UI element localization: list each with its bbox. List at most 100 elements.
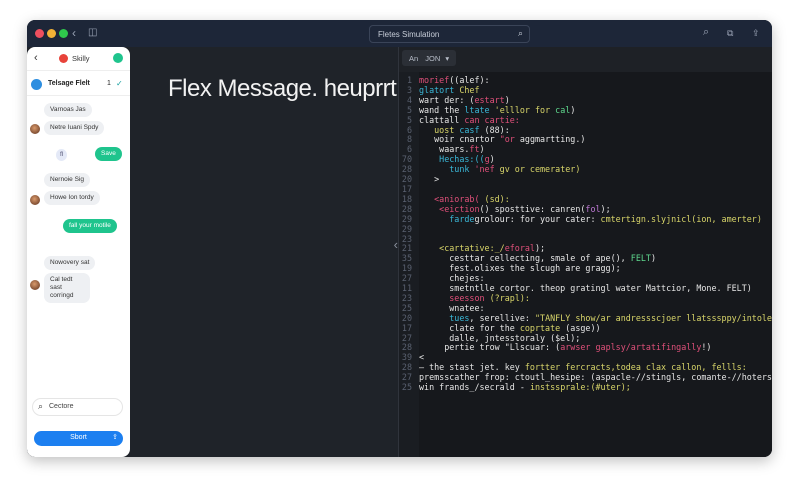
code-token: gv or cemerater): [494, 164, 581, 175]
code-token: wand the: [419, 104, 465, 115]
code-token: farde: [419, 213, 475, 224]
code-token: cmtertign.slyjnicl(ion, amerter): [600, 213, 762, 224]
code-token: (sd):: [479, 193, 510, 204]
code-token: fest.olixes the slcugh are gragg);: [419, 263, 621, 274]
code-token: arwser gaplsy/artatifingally: [560, 342, 702, 353]
message-bubble: Cal tedt sast corringd: [44, 273, 90, 303]
code-token: Hechas:((: [419, 154, 485, 165]
code-line: 29 fardegrolour: for your cater: cmterti…: [399, 213, 772, 225]
avatar: [30, 280, 40, 290]
share-icon: ⇪: [112, 434, 118, 441]
code-token: grolour: for your cater:: [474, 213, 601, 224]
tab-prefix: An: [409, 54, 419, 63]
message-bubble-sent: fall your motile: [63, 219, 117, 233]
code-token: clattall: [419, 114, 465, 125]
status-icon[interactable]: [113, 53, 123, 63]
search-icon: ⌕: [38, 401, 44, 411]
chat-search-value: Cectore: [49, 403, 74, 410]
line-text: [416, 225, 419, 235]
code-token: morief: [419, 75, 450, 85]
search-icon[interactable]: ⌕: [518, 28, 523, 39]
code-token: wart der: (: [419, 94, 475, 105]
check-icon: ✓: [116, 79, 123, 88]
code-token: ft: [469, 144, 480, 155]
code-token: smetntlle cortor. theop gratingl water M…: [419, 283, 752, 294]
unread-count: 1: [107, 80, 111, 87]
line-text: fardegrolour: for your cater: cmtertign.…: [416, 213, 762, 225]
code-token: seesson: [419, 292, 485, 303]
code-token: >: [419, 174, 440, 185]
minimize-window-button[interactable]: [47, 29, 56, 38]
message-bubble-sent: Save: [95, 147, 122, 161]
reaction-chip[interactable]: fl: [56, 149, 68, 161]
code-token: FELT: [630, 253, 651, 264]
maximize-window-button[interactable]: [59, 29, 68, 38]
code-token: aggmartting.): [514, 134, 586, 145]
code-token: clate for the: [419, 322, 520, 333]
code-token: waars.: [419, 144, 470, 155]
code-token: instssprale:(#uter);: [529, 382, 631, 393]
code-token: tues: [419, 312, 470, 323]
sidebar-toggle-icon[interactable]: ◫: [88, 27, 97, 38]
code-token: ): [650, 253, 656, 264]
code-token: !): [701, 342, 712, 353]
primary-button-label: Sbort: [70, 434, 87, 441]
avatar: [30, 195, 40, 205]
share-icon[interactable]: ⇪: [752, 28, 760, 39]
code-token: dalle, jntesstoraly ($el);: [419, 332, 581, 343]
line-number: 29: [401, 223, 412, 234]
back-icon[interactable]: ‹: [34, 52, 38, 64]
language-selector[interactable]: An JON ▾: [402, 50, 457, 66]
code-lines[interactable]: 1 morief((alef): 3 glatort Chef 4 wart der: (…: [399, 75, 772, 393]
code-token: "TANFLY show/ar andressscjoer llatsssppy…: [534, 312, 772, 323]
chat-search-input[interactable]: ⌕ Cectore: [32, 398, 123, 416]
title-search-field[interactable]: Fletes Simulation ⌕: [369, 25, 530, 43]
close-window-button[interactable]: [35, 29, 44, 38]
title-search-value: Fletes Simulation: [378, 30, 440, 39]
code-token: "or: [499, 134, 515, 145]
code-token: 'nef: [474, 164, 495, 175]
code-editor[interactable]: An JON ▾ 1 morief((alef): 3 glatort Chef 4 wa…: [398, 47, 772, 457]
code-token: (?rapl):: [484, 292, 530, 303]
code-token: glatort: [419, 84, 455, 95]
code-token: woir cnartor: [419, 134, 500, 145]
chat-panel: ‹ Skilly Telsage Flelt 1 ✓ Varnoas Jas N…: [27, 47, 130, 457]
preview-area: Flex Message. heuprrt. ‹: [130, 47, 403, 457]
code-token: — the stast jet. key: [419, 362, 525, 373]
search-icon[interactable]: ⌕: [703, 26, 709, 39]
code-token: ): [489, 154, 495, 165]
code-token: fortter fercracts,todea clax callon, fel…: [524, 362, 747, 373]
avatar: [30, 124, 40, 134]
code-token: (asge)): [560, 322, 601, 333]
code-token: , serellive:: [469, 312, 535, 323]
language-label: JON: [425, 54, 441, 63]
primary-button[interactable]: Sbort ⇪: [34, 431, 123, 446]
copy-icon[interactable]: ⧉: [727, 28, 733, 39]
line-number: 25: [401, 382, 412, 393]
code-token: eforal: [504, 243, 535, 254]
code-token: );: [600, 203, 611, 214]
code-token: () sposttive: canren(: [479, 203, 586, 214]
code-token: ): [479, 144, 485, 155]
code-line: 29: [399, 223, 772, 235]
chat-header: ‹ Skilly: [27, 47, 130, 71]
message-bubble: Nernoie Sig: [44, 173, 90, 187]
app-window: ‹ ◫ Fletes Simulation ⌕ ⌕ ⧉ ⇪ ‹ Skilly T…: [27, 20, 772, 457]
conversation-header[interactable]: Telsage Flelt 1 ✓: [27, 71, 130, 96]
line-text: tunk 'nef gv or cemerater): [416, 164, 581, 175]
message-bubble: Howe Ion tordy: [44, 191, 100, 205]
message-bubble: Netre Iuani Spdy: [44, 121, 105, 135]
back-icon[interactable]: ‹: [72, 26, 76, 40]
code-token: pertie trow "Llscuar: (: [419, 342, 561, 353]
message-bubble: Varnoas Jas: [44, 103, 92, 117]
line-text: >: [416, 174, 440, 185]
code-token: win frands_/secrald -: [419, 382, 530, 393]
code-token: <: [419, 352, 425, 363]
code-token: (88):: [479, 124, 510, 135]
code-token: <cartative:_/: [419, 243, 505, 254]
contact-avatar: [31, 79, 42, 90]
code-token: fol: [585, 203, 601, 214]
app-logo-icon: [59, 54, 68, 63]
contact-name: Telsage Flelt: [48, 80, 90, 87]
line-text: win frands_/secrald - instssprale:(#uter…: [416, 382, 631, 393]
